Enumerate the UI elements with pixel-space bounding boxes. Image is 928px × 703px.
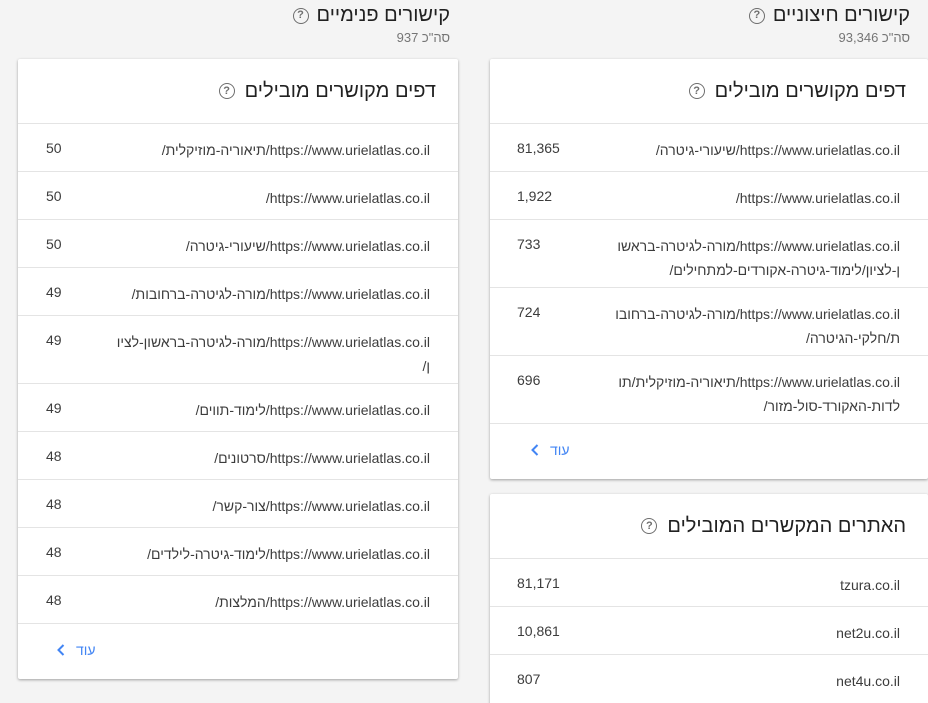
linked-page-url[interactable]: https://www.urielatlas.co.il/מורה-לגיטרה… (110, 282, 430, 306)
table-row[interactable]: https://www.urielatlas.co.il/לימוד-גיטרה… (18, 527, 458, 575)
linked-page-url[interactable]: https://www.urielatlas.co.il/תיאוריה-מוז… (110, 138, 430, 162)
table-row[interactable]: https://www.urielatlas.co.il/מורה-לגיטרה… (490, 219, 928, 287)
more-button[interactable]: עוד (530, 442, 570, 458)
link-count: 49 (46, 284, 62, 300)
table-row[interactable]: https://www.urielatlas.co.il/מורה-לגיטרה… (490, 287, 928, 355)
card-header: דפים מקושרים מובילים ? (490, 59, 928, 123)
link-count: 49 (46, 400, 62, 416)
linked-page-url[interactable]: https://www.urielatlas.co.il/סרטונים/ (110, 446, 430, 470)
internal-links-title: קישורים פנימיים (316, 4, 450, 26)
table-row[interactable]: https://www.urielatlas.co.il/ 50 (18, 171, 458, 219)
internal-links-total: סה"כ 937 (396, 30, 450, 45)
linked-page-url[interactable]: https://www.urielatlas.co.il/מורה-לגיטרה… (614, 302, 900, 350)
more-label: עוד (76, 642, 96, 658)
table-row[interactable]: net4u.co.il 807 (490, 654, 928, 703)
card-title: דפים מקושרים מובילים (714, 79, 906, 102)
link-count: 48 (46, 592, 62, 608)
more-label: עוד (550, 442, 570, 458)
table-row[interactable]: https://www.urielatlas.co.il/תיאוריה-מוז… (18, 123, 458, 171)
table-row[interactable]: https://www.urielatlas.co.il/שיעורי-גיטר… (490, 123, 928, 171)
table-row[interactable]: tzura.co.il 81,171 (490, 558, 928, 606)
table-row[interactable]: https://www.urielatlas.co.il/סרטונים/ 48 (18, 431, 458, 479)
more-row: עוד (18, 623, 458, 679)
card-title: דפים מקושרים מובילים (244, 79, 436, 102)
external-top-sites-card: האתרים המקשרים המובילים ? tzura.co.il 81… (490, 494, 928, 703)
help-icon[interactable]: ? (218, 83, 235, 99)
linked-page-url[interactable]: https://www.urielatlas.co.il/ (110, 186, 430, 210)
link-count: 81,365 (517, 140, 560, 156)
link-count: 48 (46, 544, 62, 560)
linked-page-url[interactable]: https://www.urielatlas.co.il/שיעורי-גיטר… (600, 138, 900, 162)
link-count: 48 (46, 496, 62, 512)
linked-page-url[interactable]: https://www.urielatlas.co.il/מורה-לגיטרה… (112, 330, 430, 378)
card-header: דפים מקושרים מובילים ? (18, 59, 458, 123)
linked-page-url[interactable]: https://www.urielatlas.co.il/תיאוריה-מוז… (614, 370, 900, 418)
link-count: 50 (46, 188, 62, 204)
linked-page-url[interactable]: https://www.urielatlas.co.il/צור-קשר/ (110, 494, 430, 518)
help-icon[interactable]: ? (688, 83, 705, 99)
chevron-left-icon (57, 644, 65, 656)
help-icon[interactable]: ? (748, 7, 765, 24)
table-row[interactable]: https://www.urielatlas.co.il/מורה-לגיטרה… (18, 315, 458, 383)
help-icon[interactable]: ? (292, 7, 309, 24)
linking-site[interactable]: tzura.co.il (840, 573, 900, 597)
linked-page-url[interactable]: https://www.urielatlas.co.il/מורה-לגיטרה… (614, 234, 900, 282)
link-count: 733 (517, 236, 541, 252)
linking-site[interactable]: net2u.co.il (836, 621, 900, 645)
internal-links-header: קישורים פנימיים ? סה"כ 937 (292, 4, 450, 45)
linked-page-url[interactable]: https://www.urielatlas.co.il/שיעורי-גיטר… (110, 234, 430, 258)
link-count: 724 (517, 304, 541, 320)
more-button[interactable]: עוד (56, 642, 96, 658)
link-count: 48 (46, 448, 62, 464)
table-row[interactable]: net2u.co.il 10,861 (490, 606, 928, 654)
external-links-title: קישורים חיצוניים (772, 4, 910, 26)
link-count: 10,861 (517, 623, 560, 639)
help-icon[interactable]: ? (641, 518, 658, 534)
linking-site[interactable]: net4u.co.il (836, 669, 900, 693)
more-row: עוד (490, 423, 928, 479)
chevron-left-icon (531, 444, 539, 456)
table-row[interactable]: https://www.urielatlas.co.il/ 1,922 (490, 171, 928, 219)
table-row[interactable]: https://www.urielatlas.co.il/שיעורי-גיטר… (18, 219, 458, 267)
link-count: 1,922 (517, 188, 553, 204)
linked-page-url[interactable]: https://www.urielatlas.co.il/המלצות/ (110, 590, 430, 614)
card-title: האתרים המקשרים המובילים (667, 514, 906, 537)
table-row[interactable]: https://www.urielatlas.co.il/לימוד-תווים… (18, 383, 458, 431)
internal-top-pages-card: דפים מקושרים מובילים ? https://www.uriel… (18, 59, 458, 679)
card-header: האתרים המקשרים המובילים ? (490, 494, 928, 558)
link-count: 696 (517, 372, 541, 388)
link-count: 50 (46, 236, 62, 252)
external-top-pages-card: דפים מקושרים מובילים ? https://www.uriel… (490, 59, 928, 479)
external-links-header: קישורים חיצוניים ? סה"כ 93,346 (748, 4, 910, 45)
table-row[interactable]: https://www.urielatlas.co.il/מורה-לגיטרה… (18, 267, 458, 315)
external-links-total: סה"כ 93,346 (838, 30, 910, 45)
linked-page-url[interactable]: https://www.urielatlas.co.il/ (600, 186, 900, 210)
link-count: 49 (46, 332, 62, 348)
link-count: 81,171 (517, 575, 560, 591)
link-count: 50 (46, 140, 62, 156)
linked-page-url[interactable]: https://www.urielatlas.co.il/לימוד-תווים… (110, 398, 430, 422)
link-count: 807 (517, 671, 541, 687)
linked-page-url[interactable]: https://www.urielatlas.co.il/לימוד-גיטרה… (110, 542, 430, 566)
table-row[interactable]: https://www.urielatlas.co.il/תיאוריה-מוז… (490, 355, 928, 423)
table-row[interactable]: https://www.urielatlas.co.il/צור-קשר/ 48 (18, 479, 458, 527)
table-row[interactable]: https://www.urielatlas.co.il/המלצות/ 48 (18, 575, 458, 623)
